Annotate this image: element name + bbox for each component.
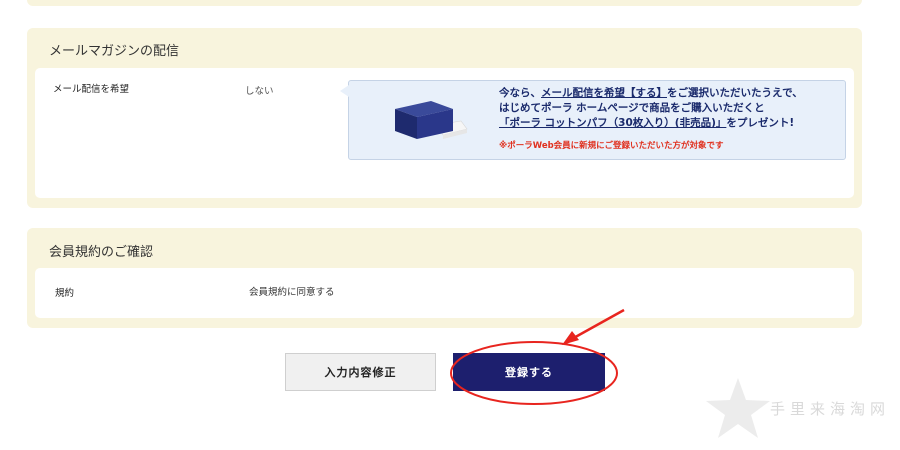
- promo-link-cotton-puff[interactable]: 「ポーラ コットンパフ（30枚入り）(非売品)」: [499, 117, 726, 129]
- promo-line1-suffix: をご選択いただいたうえで、: [667, 87, 803, 99]
- promo-link-mail-yes[interactable]: メール配信を希望【する】: [541, 87, 667, 99]
- promo-line1-prefix: 今なら、: [499, 87, 541, 99]
- promo-line3-suffix: をプレゼント!: [726, 117, 795, 129]
- promo-message: 今なら、メール配信を希望【する】をご選択いただいたうえで、 はじめてポーラ ホー…: [499, 86, 839, 131]
- mail-magazine-section: メールマガジンの配信 メール配信を希望 しない 今なら、メール配信を希望【する】…: [27, 28, 862, 208]
- terms-section: 会員規約のご確認 規約 会員規約に同意する: [27, 228, 862, 328]
- promo-banner: 今なら、メール配信を希望【する】をご選択いただいたうえで、 はじめてポーラ ホー…: [340, 80, 846, 160]
- mail-magazine-card: メール配信を希望 しない 今なら、メール配信を希望【する】をご選択いただいたうえ…: [35, 68, 854, 198]
- watermark-star-icon: [706, 378, 770, 438]
- promo-pointer: [340, 85, 349, 97]
- register-button[interactable]: 登録する: [453, 353, 605, 391]
- annotation-arrowhead: [562, 331, 579, 345]
- edit-input-button[interactable]: 入力内容修正: [285, 353, 436, 391]
- cotton-puff-product-image: [395, 101, 468, 139]
- promo-note: ※ポーラWeb会員に新規にご登録いただいた方が対象です: [499, 141, 724, 151]
- terms-card: 規約 会員規約に同意する: [35, 268, 854, 318]
- mail-preference-label: メール配信を希望: [53, 84, 130, 95]
- promo-line2: はじめてポーラ ホームページで商品をご購入いただくと: [499, 102, 765, 114]
- previous-section-panel: [27, 0, 862, 6]
- watermark-text: 手里来海淘网: [770, 400, 891, 418]
- terms-value: 会員規約に同意する: [249, 287, 335, 298]
- terms-label: 規約: [55, 288, 75, 299]
- mail-preference-value: しない: [245, 86, 274, 97]
- section-title: 会員規約のご確認: [49, 245, 154, 260]
- section-title: メールマガジンの配信: [49, 44, 180, 59]
